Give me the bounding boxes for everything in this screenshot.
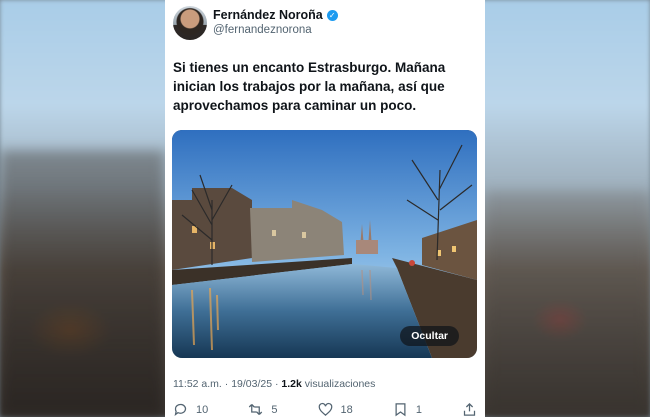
views-label: visualizaciones: [301, 378, 376, 390]
tweet-date[interactable]: 19/03/25: [231, 378, 272, 390]
reply-button[interactable]: 10: [173, 402, 208, 417]
bookmark-count: 1: [415, 403, 422, 416]
heart-icon: [318, 402, 332, 416]
reply-count: 10: [196, 403, 209, 416]
tweet-photo[interactable]: Ocultar: [172, 130, 477, 358]
author-name-row: Fernández Noroña ✓: [213, 8, 338, 22]
share-icon: [463, 402, 476, 416]
author-handle[interactable]: @fernandeznorona: [213, 24, 312, 36]
blurred-background-right: [485, 190, 650, 417]
meta-separator-2: ·: [272, 378, 282, 390]
verified-badge-icon: ✓: [326, 9, 338, 21]
bookmark-button[interactable]: 1: [393, 402, 422, 417]
canal-photo-illustration: [172, 130, 477, 358]
repost-count: 5: [271, 403, 278, 416]
author-display-name[interactable]: Fernández Noroña: [213, 8, 323, 22]
repost-button[interactable]: 5: [248, 402, 277, 417]
share-button[interactable]: [462, 402, 477, 417]
avatar[interactable]: [173, 6, 207, 40]
bookmark-icon: [395, 403, 406, 417]
tweet-card: Fernández Noroña ✓ @fernandeznorona Si t…: [165, 0, 485, 417]
views-count: 1.2k: [281, 378, 302, 390]
meta-separator: ·: [221, 378, 232, 390]
blurred-background-left: [0, 150, 165, 417]
tweet-actions: 10 5 18 1: [173, 402, 477, 417]
like-button[interactable]: 18: [318, 402, 353, 417]
tweet-text: Si tienes un encanto Estrasburgo. Mañana…: [173, 60, 446, 113]
tweet-time[interactable]: 11:52 a.m.: [173, 378, 222, 390]
tweet-meta: 11:52 a.m. · 19/03/25 · 1.2k visualizaci…: [173, 378, 375, 390]
repost-icon: [249, 404, 263, 415]
hide-media-button[interactable]: Ocultar: [400, 326, 459, 346]
reply-icon: [174, 403, 187, 416]
like-count: 18: [340, 403, 353, 416]
